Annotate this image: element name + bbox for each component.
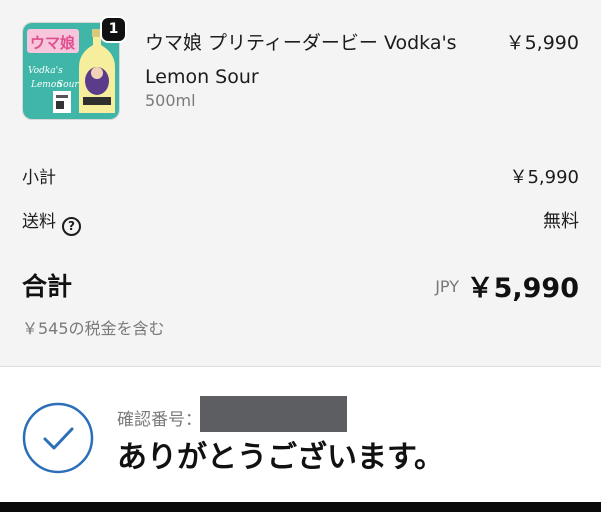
shipping-value: 無料: [543, 211, 579, 232]
question-circle-icon[interactable]: ?: [62, 217, 81, 236]
confirmation-number-label: 確認番号：: [117, 410, 202, 430]
product-price: ￥5,990: [505, 32, 579, 54]
check-circle-icon: [22, 402, 94, 474]
order-summary: ウマ娘 Vodka's Lemon Sour 1 ウマ娘 プリティーダービー V…: [0, 0, 601, 367]
logo-text: ウマ娘: [30, 34, 76, 52]
shipping-row: 送料?: [22, 207, 81, 236]
product-name: ウマ娘 プリティーダービー Vodka's Lemon Sour: [145, 32, 457, 88]
tax-note: ￥545の税金を含む: [22, 319, 165, 338]
logo-text: Sour: [57, 80, 79, 90]
total-label: 合計: [22, 272, 73, 301]
quantity-badge: 1: [100, 16, 127, 43]
total-currency: JPY: [435, 277, 459, 296]
logo-text: Vodka's: [28, 66, 63, 76]
product-thumbnail-wrapper: ウマ娘 Vodka's Lemon Sour 1: [22, 16, 127, 120]
subtotal-value: ￥5,990: [509, 167, 579, 188]
thank-you-heading: ありがとうございます。: [117, 440, 444, 475]
redacted-confirmation-number: [200, 396, 347, 432]
bottom-edge: [0, 502, 601, 512]
product-variant: 500ml: [145, 91, 196, 110]
total-value: ￥5,990: [466, 273, 579, 304]
shipping-label: 送料: [22, 212, 56, 232]
subtotal-label: 小計: [22, 168, 56, 188]
